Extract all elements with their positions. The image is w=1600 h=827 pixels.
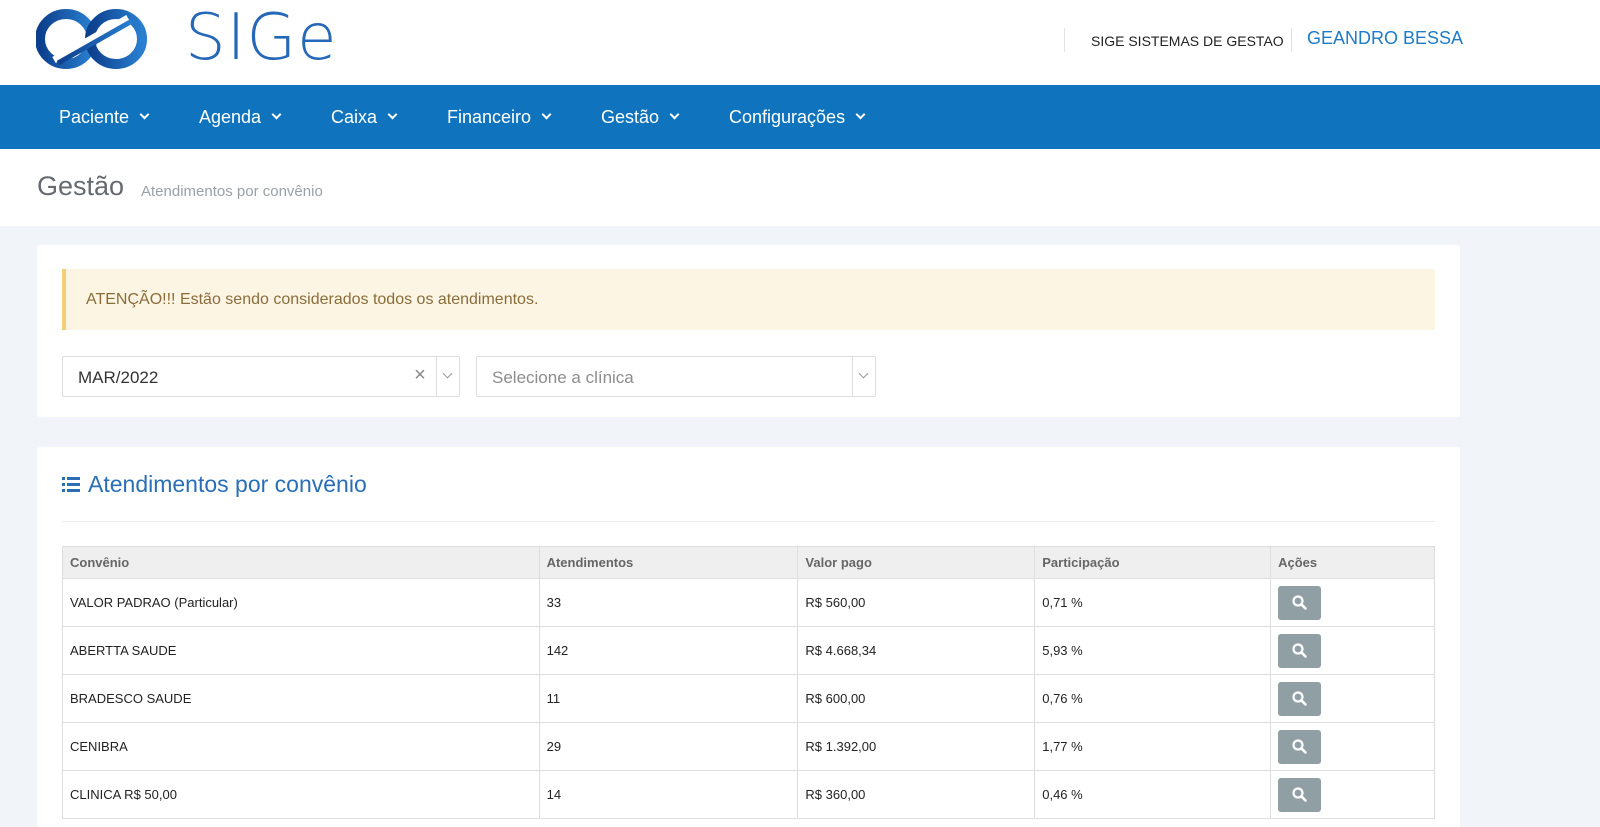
cell-valor-pago: R$ 560,00 <box>797 578 1036 627</box>
search-icon <box>1292 691 1307 706</box>
warning-alert: ATENÇÃO!!! Estão sendo considerados todo… <box>62 269 1435 330</box>
view-details-button[interactable] <box>1278 777 1322 812</box>
table-row: VALOR PADRAO (Particular) 33 R$ 560,00 0… <box>62 578 1435 627</box>
header-divider <box>1291 28 1292 52</box>
cell-valor-pago: R$ 600,00 <box>797 674 1036 723</box>
column-header-acoes: Ações <box>1270 546 1435 579</box>
view-details-button[interactable] <box>1278 729 1322 764</box>
user-menu[interactable]: GEANDRO BESSA <box>1307 28 1463 49</box>
cell-convenio: CENIBRA <box>62 722 540 771</box>
nav-item-gestao[interactable]: Gestão <box>601 85 680 149</box>
nav-item-label: Gestão <box>601 106 660 127</box>
chevron-down-icon <box>855 109 866 120</box>
page-title: Gestão <box>37 171 125 201</box>
clear-selection-icon[interactable]: × <box>411 364 429 390</box>
column-header-valor-pago[interactable]: Valor pago <box>797 546 1036 579</box>
table-row: ABERTTA SAUDE 142 R$ 4.668,34 5,93 % <box>62 626 1435 675</box>
cell-valor-pago: R$ 360,00 <box>797 770 1036 819</box>
main-nav: Paciente Agenda Caixa Financeiro Gestão … <box>0 85 1600 149</box>
cell-acoes <box>1270 770 1435 819</box>
select-divider <box>852 357 853 396</box>
table-row: CENIBRA 29 R$ 1.392,00 1,77 % <box>62 722 1435 771</box>
nav-item-label: Financeiro <box>447 106 532 127</box>
cell-convenio: ABERTTA SAUDE <box>62 626 540 675</box>
cell-acoes <box>1270 626 1435 675</box>
cell-participacao: 0,76 % <box>1034 674 1272 723</box>
results-card: Atendimentos por convênio Convênio Atend… <box>37 447 1460 827</box>
cell-atendimentos: 142 <box>538 626 799 675</box>
page-header: Gestão Atendimentos por convênio <box>0 149 1600 226</box>
chevron-down-icon <box>139 109 150 120</box>
cell-acoes <box>1270 578 1435 627</box>
cell-participacao: 1,77 % <box>1034 722 1272 771</box>
nav-item-configuracoes[interactable]: Configurações <box>729 85 866 149</box>
cell-atendimentos: 29 <box>538 722 799 771</box>
chevron-down-icon <box>669 109 680 120</box>
search-icon <box>1292 643 1307 658</box>
nav-item-label: Agenda <box>199 106 262 127</box>
header-divider <box>1064 28 1065 52</box>
table-row: BRADESCO SAUDE 11 R$ 600,00 0,76 % <box>62 674 1435 723</box>
table-header-row: Convênio Atendimentos Valor pago Partici… <box>62 546 1435 579</box>
cell-atendimentos: 33 <box>538 578 799 627</box>
cell-acoes <box>1270 722 1435 771</box>
section-divider <box>62 521 1435 522</box>
clinic-select[interactable]: Selecione a clínica <box>476 356 876 397</box>
chevron-down-icon[interactable] <box>439 366 457 386</box>
chevron-down-icon[interactable] <box>855 366 873 386</box>
alert-text: ATENÇÃO!!! Estão sendo considerados todo… <box>86 290 539 308</box>
clinic-select-placeholder: Selecione a clínica <box>492 368 634 387</box>
cell-convenio: CLINICA R$ 50,00 <box>62 770 540 819</box>
nav-item-financeiro[interactable]: Financeiro <box>447 85 552 149</box>
page-subtitle: Atendimentos por convênio <box>141 183 323 200</box>
view-details-button[interactable] <box>1278 633 1322 668</box>
cell-participacao: 5,93 % <box>1034 626 1272 675</box>
select-divider <box>436 357 437 396</box>
cell-convenio: VALOR PADRAO (Particular) <box>62 578 540 627</box>
sige-logo[interactable]: SIGe <box>35 6 336 70</box>
period-select[interactable]: MAR/2022 × <box>62 356 460 397</box>
chevron-down-icon <box>387 109 398 120</box>
nav-item-label: Configurações <box>729 106 846 127</box>
search-icon <box>1292 787 1307 802</box>
search-icon <box>1292 739 1307 754</box>
infinity-logo-icon <box>35 9 147 69</box>
cell-valor-pago: R$ 1.392,00 <box>797 722 1036 771</box>
nav-item-label: Caixa <box>331 106 378 127</box>
cell-convenio: BRADESCO SAUDE <box>62 674 540 723</box>
cell-acoes <box>1270 674 1435 723</box>
column-header-convenio[interactable]: Convênio <box>62 546 540 579</box>
cell-participacao: 0,71 % <box>1034 578 1272 627</box>
table-row: CLINICA R$ 50,00 14 R$ 360,00 0,46 % <box>62 770 1435 819</box>
column-header-atendimentos[interactable]: Atendimentos <box>538 546 799 579</box>
nav-item-caixa[interactable]: Caixa <box>331 85 398 149</box>
top-header: SIGe SIGE SISTEMAS DE GESTAO GEANDRO BES… <box>0 0 1600 85</box>
logo-wordmark: SIGe <box>185 1 338 75</box>
chevron-down-icon <box>541 109 552 120</box>
column-header-participacao[interactable]: Participação <box>1034 546 1272 579</box>
period-select-value: MAR/2022 <box>78 368 159 387</box>
view-details-button[interactable] <box>1278 681 1322 716</box>
filter-card: ATENÇÃO!!! Estão sendo considerados todo… <box>37 245 1460 417</box>
cell-atendimentos: 14 <box>538 770 799 819</box>
view-details-button[interactable] <box>1278 585 1322 620</box>
nav-item-label: Paciente <box>59 106 130 127</box>
convenio-table: Convênio Atendimentos Valor pago Partici… <box>62 546 1435 819</box>
search-icon <box>1292 595 1307 610</box>
cell-participacao: 0,46 % <box>1034 770 1272 819</box>
company-name: SIGE SISTEMAS DE GESTAO <box>1091 33 1284 49</box>
list-icon <box>62 477 80 492</box>
nav-item-paciente[interactable]: Paciente <box>59 85 150 149</box>
section-title-text: Atendimentos por convênio <box>88 471 367 497</box>
cell-valor-pago: R$ 4.668,34 <box>797 626 1036 675</box>
chevron-down-icon <box>271 109 282 120</box>
cell-atendimentos: 11 <box>538 674 799 723</box>
section-title: Atendimentos por convênio <box>62 471 367 498</box>
nav-item-agenda[interactable]: Agenda <box>199 85 282 149</box>
